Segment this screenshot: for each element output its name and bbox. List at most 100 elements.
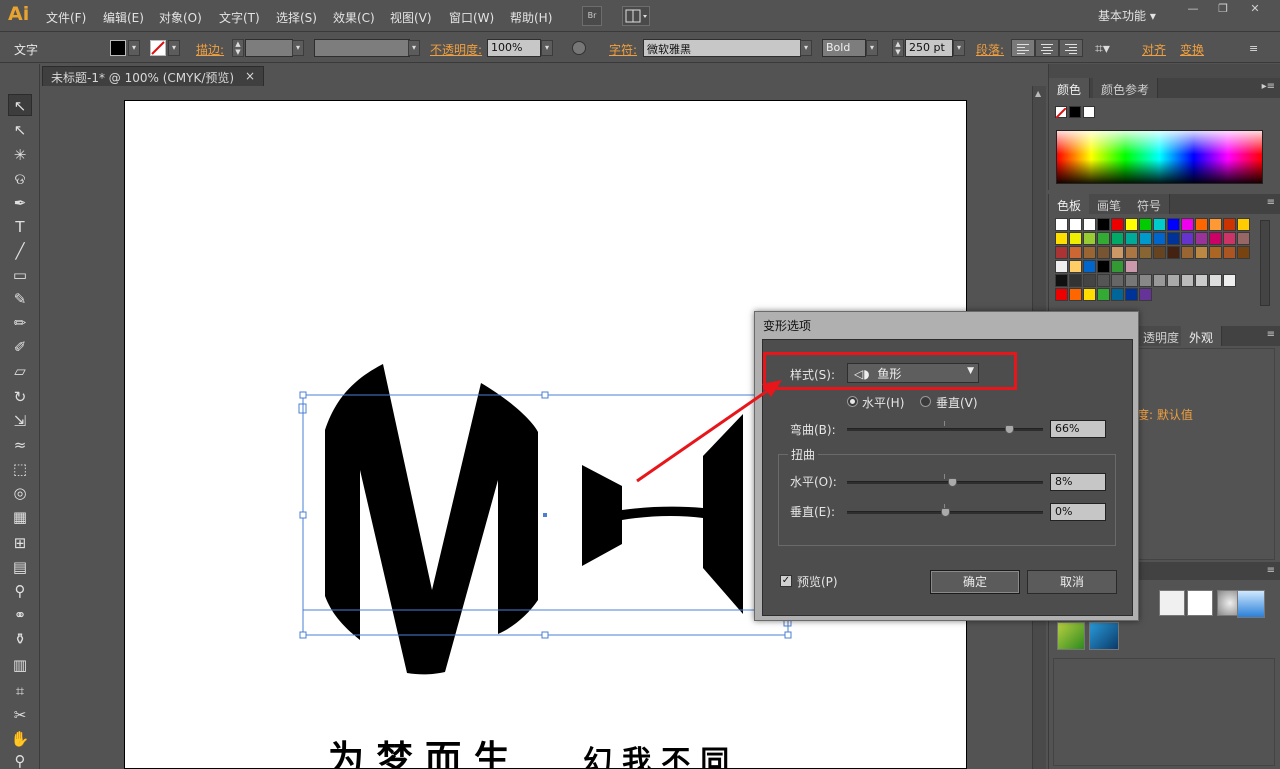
swatch-cell[interactable] bbox=[1125, 260, 1138, 273]
swatch-cell[interactable] bbox=[1237, 218, 1250, 231]
swatch-cell[interactable] bbox=[1111, 260, 1124, 273]
graphic-styles-menu-icon[interactable]: ≡ bbox=[1267, 565, 1275, 576]
cancel-button[interactable]: 取消 bbox=[1027, 570, 1117, 594]
color-panel-menu-icon[interactable]: ▸≡ bbox=[1262, 81, 1275, 92]
swatch-cell[interactable] bbox=[1223, 232, 1236, 245]
tab-symbols[interactable]: 符号 bbox=[1129, 194, 1171, 214]
bend-value-field[interactable]: 66% bbox=[1050, 420, 1106, 438]
appearance-panel-menu-icon[interactable]: ≡ bbox=[1267, 329, 1275, 340]
swatch-cell[interactable] bbox=[1055, 218, 1068, 231]
swatch-cell[interactable] bbox=[1139, 274, 1152, 287]
preview-label[interactable]: 预览(P) bbox=[797, 573, 838, 590]
swatch-cell[interactable] bbox=[1237, 232, 1250, 245]
swatch-cell[interactable] bbox=[1097, 246, 1110, 259]
distort-horizontal-field[interactable]: 8% bbox=[1050, 473, 1106, 491]
swatch-cell[interactable] bbox=[1055, 260, 1068, 273]
swatch-cell[interactable] bbox=[1195, 232, 1208, 245]
swatch-cell[interactable] bbox=[1111, 288, 1124, 301]
tab-swatches[interactable]: 色板 bbox=[1049, 194, 1091, 214]
white-swatch[interactable] bbox=[1083, 106, 1095, 118]
swatch-cell[interactable] bbox=[1111, 232, 1124, 245]
black-swatch[interactable] bbox=[1069, 106, 1081, 118]
horizontal-radio-label[interactable]: 水平(H) bbox=[862, 394, 904, 411]
swatch-cell[interactable] bbox=[1069, 246, 1082, 259]
graphic-style-none[interactable] bbox=[1187, 590, 1213, 616]
distort-vertical-slider[interactable] bbox=[847, 504, 1043, 517]
swatch-cell[interactable] bbox=[1055, 246, 1068, 259]
swatch-cell[interactable] bbox=[1153, 232, 1166, 245]
swatch-cell[interactable] bbox=[1237, 246, 1250, 259]
swatch-cell[interactable] bbox=[1069, 260, 1082, 273]
swatch-cell[interactable] bbox=[1097, 218, 1110, 231]
distort-vertical-thumb[interactable] bbox=[941, 508, 950, 517]
swatch-cell[interactable] bbox=[1181, 232, 1194, 245]
swatch-cell[interactable] bbox=[1181, 274, 1194, 287]
swatch-cell[interactable] bbox=[1195, 218, 1208, 231]
horizontal-radio[interactable] bbox=[847, 396, 858, 407]
bend-slider-thumb[interactable] bbox=[1005, 425, 1014, 434]
swatches-scrollbar[interactable] bbox=[1260, 220, 1270, 306]
swatch-cell[interactable] bbox=[1069, 274, 1082, 287]
swatch-cell[interactable] bbox=[1167, 232, 1180, 245]
swatch-cell[interactable] bbox=[1167, 246, 1180, 259]
swatch-cell[interactable] bbox=[1209, 274, 1222, 287]
swatch-cell[interactable] bbox=[1055, 232, 1068, 245]
swatch-cell[interactable] bbox=[1209, 232, 1222, 245]
graphic-style-green[interactable] bbox=[1057, 622, 1085, 650]
graphic-style-default[interactable] bbox=[1159, 590, 1185, 616]
tab-color-guide[interactable]: 颜色参考 bbox=[1093, 78, 1159, 98]
swatch-cell[interactable] bbox=[1097, 288, 1110, 301]
swatch-cell[interactable] bbox=[1125, 232, 1138, 245]
swatch-cell[interactable] bbox=[1223, 218, 1236, 231]
tab-appearance[interactable]: 外观 bbox=[1181, 326, 1223, 346]
swatch-cell[interactable] bbox=[1097, 232, 1110, 245]
scroll-up-icon[interactable]: ▲ bbox=[1035, 89, 1041, 98]
warped-letter-m[interactable] bbox=[325, 364, 538, 675]
warped-letter-h[interactable] bbox=[582, 414, 743, 614]
swatch-cell[interactable] bbox=[1209, 246, 1222, 259]
swatch-cell[interactable] bbox=[1153, 246, 1166, 259]
swatch-cell[interactable] bbox=[1055, 274, 1068, 287]
vertical-radio[interactable] bbox=[920, 396, 931, 407]
swatch-cell[interactable] bbox=[1069, 218, 1082, 231]
swatch-cell[interactable] bbox=[1125, 246, 1138, 259]
distort-horizontal-slider[interactable] bbox=[847, 474, 1043, 487]
swatch-cell[interactable] bbox=[1083, 218, 1096, 231]
swatch-cell[interactable] bbox=[1167, 274, 1180, 287]
graphic-style-blue[interactable] bbox=[1237, 590, 1265, 618]
swatch-cell[interactable] bbox=[1195, 246, 1208, 259]
swatch-cell[interactable] bbox=[1181, 246, 1194, 259]
distort-vertical-field[interactable]: 0% bbox=[1050, 503, 1106, 521]
swatch-cell[interactable] bbox=[1083, 288, 1096, 301]
swatch-cell[interactable] bbox=[1153, 274, 1166, 287]
color-spectrum[interactable] bbox=[1056, 130, 1263, 184]
swatch-cell[interactable] bbox=[1167, 218, 1180, 231]
swatch-cell[interactable] bbox=[1139, 218, 1152, 231]
swatch-cell[interactable] bbox=[1083, 260, 1096, 273]
swatch-cell[interactable] bbox=[1111, 274, 1124, 287]
distort-horizontal-thumb[interactable] bbox=[948, 478, 957, 487]
swatch-cell[interactable] bbox=[1181, 218, 1194, 231]
swatch-cell[interactable] bbox=[1083, 246, 1096, 259]
swatch-cell[interactable] bbox=[1069, 232, 1082, 245]
swatch-cell[interactable] bbox=[1195, 274, 1208, 287]
swatch-cell[interactable] bbox=[1125, 274, 1138, 287]
swatch-cell[interactable] bbox=[1097, 274, 1110, 287]
bend-slider[interactable] bbox=[847, 421, 1043, 434]
swatch-cell[interactable] bbox=[1097, 260, 1110, 273]
graphic-style-pattern[interactable] bbox=[1089, 622, 1119, 650]
swatch-cell[interactable] bbox=[1055, 288, 1068, 301]
swatch-cell[interactable] bbox=[1111, 246, 1124, 259]
preview-checkbox[interactable]: ✓ bbox=[780, 575, 792, 587]
panel-collapse-bar[interactable] bbox=[1048, 64, 1280, 78]
swatch-cell[interactable] bbox=[1139, 246, 1152, 259]
tab-color[interactable]: 颜色 bbox=[1049, 78, 1091, 98]
ok-button[interactable]: 确定 bbox=[930, 570, 1020, 594]
swatch-cell[interactable] bbox=[1111, 218, 1124, 231]
swatch-cell[interactable] bbox=[1083, 274, 1096, 287]
swatch-cell[interactable] bbox=[1223, 274, 1236, 287]
swatch-cell[interactable] bbox=[1069, 288, 1082, 301]
swatch-cell[interactable] bbox=[1125, 218, 1138, 231]
swatch-cell[interactable] bbox=[1139, 288, 1152, 301]
swatch-cell[interactable] bbox=[1209, 218, 1222, 231]
